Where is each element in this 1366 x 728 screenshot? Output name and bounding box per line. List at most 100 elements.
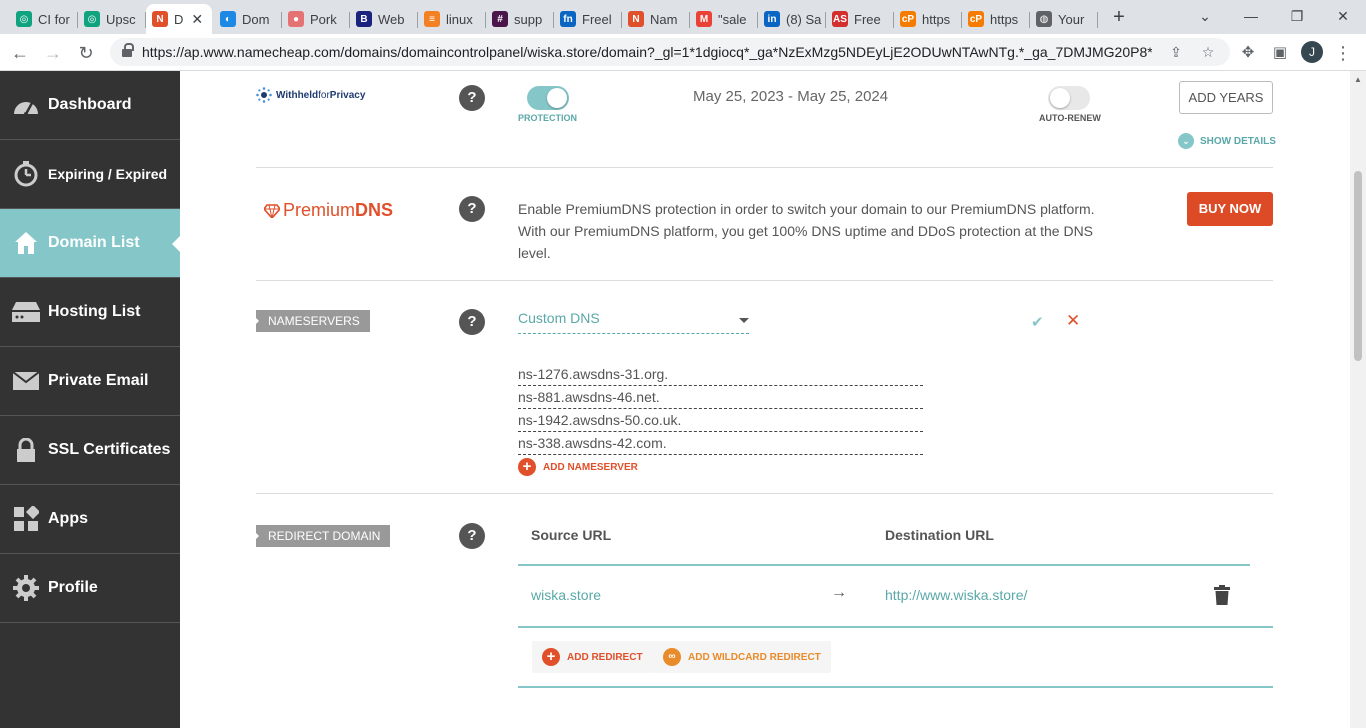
help-icon-nameservers[interactable]: ? <box>459 309 485 335</box>
protection-label: PROTECTION <box>518 113 578 123</box>
help-icon-premiumdns[interactable]: ? <box>459 196 485 222</box>
scrollbar-thumb[interactable] <box>1354 171 1362 361</box>
help-icon-redirect[interactable]: ? <box>459 523 485 549</box>
premiumdns-logo: Premium DNS <box>264 200 393 221</box>
minimize-button[interactable]: — <box>1228 0 1274 34</box>
tab-label: CI for <box>38 11 70 27</box>
tab-search-icon[interactable]: ⌄ <box>1182 0 1228 34</box>
sidebar-item-label: Hosting List <box>48 303 141 320</box>
sidebar-item-private-email[interactable]: Private Email <box>0 347 180 416</box>
add-redirect-label: ADD REDIRECT <box>567 651 643 663</box>
close-tab-icon[interactable]: ✕ <box>191 11 203 28</box>
tab-label: Dom <box>242 11 270 27</box>
save-check-icon[interactable]: ✔ <box>1031 313 1044 331</box>
side-panel-icon[interactable]: ▣ <box>1267 40 1293 66</box>
add-wildcard-redirect-label: ADD WILDCARD REDIRECT <box>688 651 821 663</box>
forward-icon[interactable]: → <box>40 40 66 66</box>
nameservers-tag: NAMESERVERS <box>255 310 370 332</box>
nameserver-input[interactable]: ns-1276.awsdns-31.org. <box>518 363 923 386</box>
help-icon-privacy[interactable]: ? <box>459 85 485 111</box>
sidebar-item-label: Profile <box>48 579 98 596</box>
browser-tab[interactable]: AS Free <box>826 4 894 34</box>
browser-tab[interactable]: ◎ Upsc <box>78 4 146 34</box>
sidebar-item-label: Private Email <box>48 372 149 389</box>
address-bar: ← → ↻ https://ap.www.namecheap.com/domai… <box>0 34 1366 71</box>
restore-button[interactable]: ❐ <box>1274 0 1320 34</box>
buy-now-button[interactable]: BUY NOW <box>1187 192 1273 226</box>
share-icon[interactable]: ⇪ <box>1166 42 1186 62</box>
browser-tab-strip: ◎ CI for ◎ Upsc N D ✕ ◐ Dom ● Pork B Web ≡ linux # supp f… <box>0 0 1366 34</box>
sidebar-item-label: Dashboard <box>48 96 132 113</box>
sidebar-item-dashboard[interactable]: Dashboard <box>0 71 180 140</box>
tab-label: (8) Sa <box>786 11 822 27</box>
browser-tab[interactable]: # supp <box>486 4 554 34</box>
cancel-x-icon[interactable]: ✕ <box>1066 311 1080 331</box>
browser-tab[interactable]: N Nam <box>622 4 690 34</box>
show-details-link[interactable]: ⌄ SHOW DETAILS <box>1178 133 1276 149</box>
browser-tab[interactable]: ◍ Your <box>1030 4 1098 34</box>
lock-icon <box>12 437 40 463</box>
tab-label: https <box>990 11 1019 27</box>
new-tab-button[interactable]: + <box>1108 4 1130 30</box>
browser-tab[interactable]: cP https <box>894 4 962 34</box>
scroll-up-icon[interactable]: ▲ <box>1354 75 1362 84</box>
protection-toggle[interactable] <box>527 86 569 110</box>
browser-tab[interactable]: ◐ Dom <box>214 4 282 34</box>
sidebar-item-hosting-list[interactable]: Hosting List <box>0 278 180 347</box>
logo-text-withheld: Withheld <box>276 89 319 101</box>
bookmark-star-icon[interactable]: ☆ <box>1198 42 1218 62</box>
auto-renew-label: AUTO-RENEW <box>1039 113 1101 123</box>
menu-icon[interactable]: ⋮ <box>1330 40 1356 66</box>
show-details-label: SHOW DETAILS <box>1200 135 1276 147</box>
add-wildcard-redirect-button[interactable]: ∞ ADD WILDCARD REDIRECT <box>653 641 831 673</box>
extensions-icon[interactable]: ✥ <box>1235 40 1261 66</box>
dns-type-select[interactable]: Custom DNS <box>518 310 749 334</box>
nameserver-input[interactable]: ns-881.awsdns-46.net. <box>518 386 923 409</box>
profile-avatar[interactable]: J <box>1301 41 1323 63</box>
sidebar-item-label: Expiring / Expired <box>48 166 168 182</box>
reload-icon[interactable]: ↻ <box>73 40 99 66</box>
browser-tab[interactable]: N D ✕ <box>146 4 212 34</box>
redirect-source-input[interactable]: wiska.store <box>531 587 601 603</box>
tab-label: Free <box>854 11 881 27</box>
sidebar-item-label: Domain List <box>48 234 140 251</box>
sidebar-item-ssl[interactable]: SSL Certificates <box>0 416 180 485</box>
back-icon[interactable]: ← <box>7 40 33 66</box>
browser-tab[interactable]: cP https <box>962 4 1030 34</box>
redirect-domain-tag: REDIRECT DOMAIN <box>254 525 391 547</box>
lock-icon[interactable] <box>122 43 134 58</box>
browser-tab[interactable]: M "sale <box>690 4 758 34</box>
tab-favicon-icon: ● <box>288 11 304 27</box>
page-scrollbar[interactable]: ▲ <box>1350 71 1366 728</box>
sidebar-item-apps[interactable]: Apps <box>0 485 180 554</box>
omnibox[interactable]: https://ap.www.namecheap.com/domains/dom… <box>110 38 1230 66</box>
browser-tab[interactable]: ≡ linux <box>418 4 486 34</box>
toggle-knob <box>547 88 567 108</box>
auto-renew-toggle[interactable] <box>1048 86 1090 110</box>
sidebar-item-expiring[interactable]: Expiring / Expired <box>0 140 180 209</box>
trash-icon[interactable] <box>1214 585 1230 605</box>
add-nameserver-button[interactable]: + ADD NAMESERVER <box>518 458 638 476</box>
browser-tab[interactable]: ● Pork <box>282 4 350 34</box>
browser-tab[interactable]: fn Freel <box>554 4 622 34</box>
plus-circle-icon: + <box>518 458 536 476</box>
url-text[interactable]: https://ap.www.namecheap.com/domains/dom… <box>142 44 1152 60</box>
apps-icon <box>12 506 40 532</box>
browser-tab[interactable]: B Web <box>350 4 418 34</box>
nameserver-input[interactable]: ns-338.awsdns-42.com. <box>518 432 923 455</box>
tab-label: D <box>174 11 184 27</box>
add-years-button[interactable]: ADD YEARS <box>1179 81 1273 114</box>
tab-favicon-icon: B <box>356 11 372 27</box>
sidebar-item-domain-list[interactable]: Domain List <box>0 209 180 278</box>
browser-tab[interactable]: in (8) Sa <box>758 4 826 34</box>
add-redirect-button[interactable]: + ADD REDIRECT <box>532 641 653 673</box>
close-window-button[interactable]: ✕ <box>1320 0 1366 34</box>
redirect-destination-input[interactable]: http://www.wiska.store/ <box>885 587 1027 603</box>
tab-label: Web <box>378 11 405 27</box>
browser-tab[interactable]: ◎ CI for <box>10 4 78 34</box>
destination-url-header: Destination URL <box>885 527 994 543</box>
logo-text-premium: Premium <box>283 200 356 220</box>
nameserver-input[interactable]: ns-1942.awsdns-50.co.uk. <box>518 409 923 432</box>
sidebar-item-profile[interactable]: Profile <box>0 554 180 623</box>
tab-label: https <box>922 11 951 27</box>
